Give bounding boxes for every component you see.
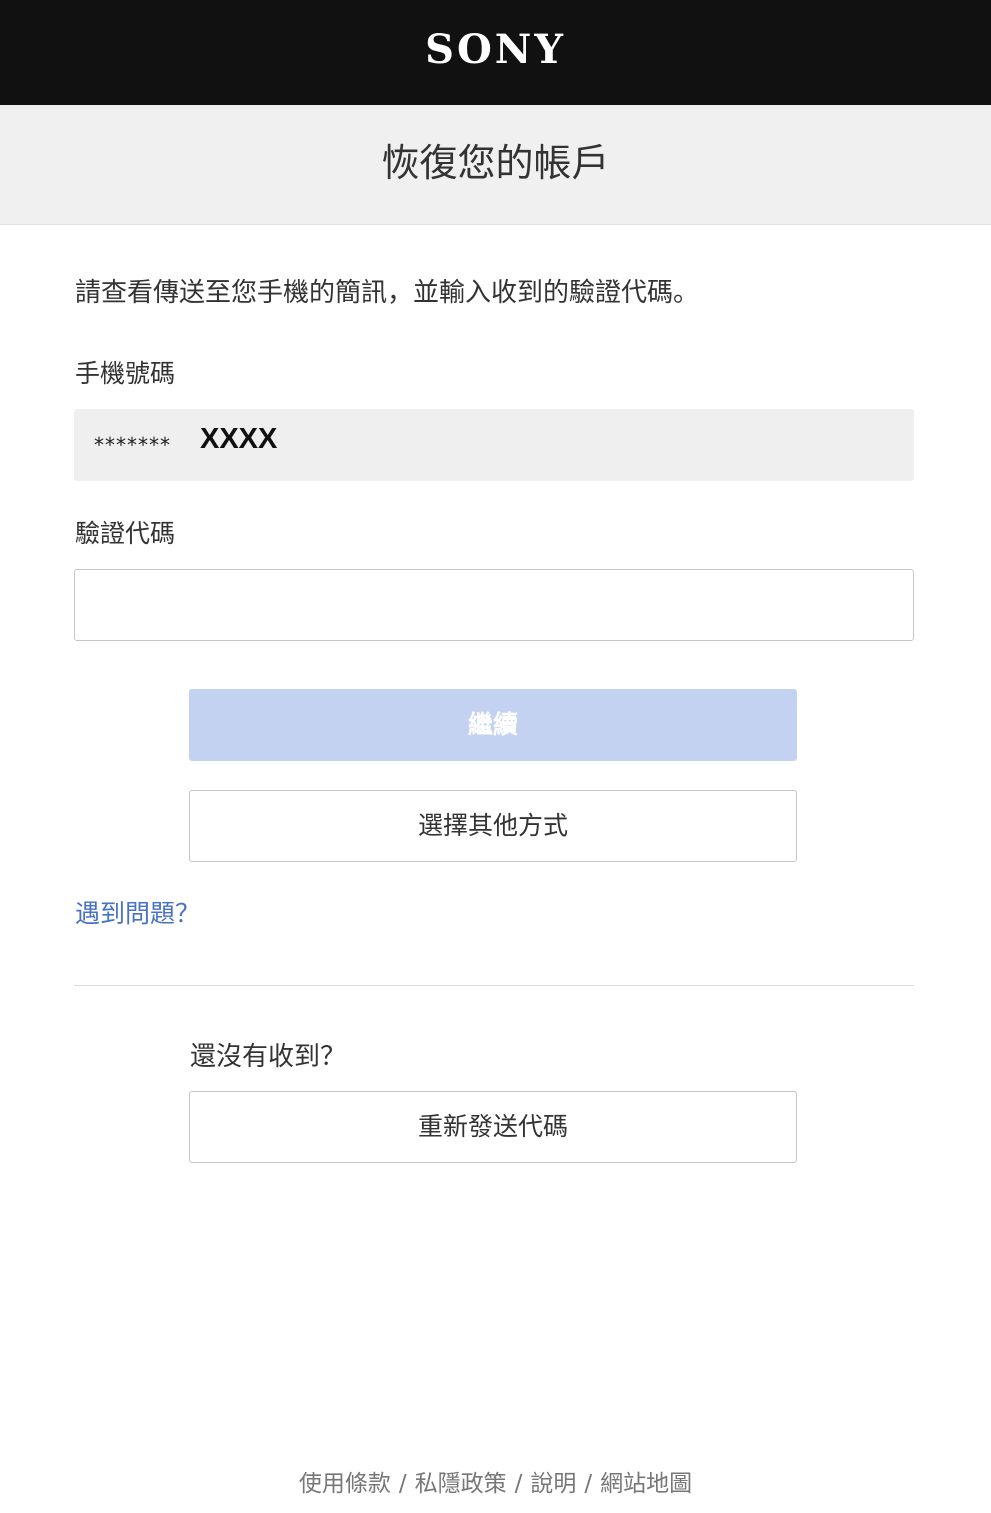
phone-number-display: ******* XXXX: [74, 409, 914, 481]
footer-link-sitemap[interactable]: 網站地圖: [600, 1471, 692, 1497]
instruction-text: 請查看傳送至您手機的簡訊，並輸入收到的驗證代碼。: [75, 278, 700, 308]
footer-separator: /: [514, 1471, 523, 1497]
resend-code-button[interactable]: 重新發送代碼: [189, 1091, 797, 1163]
continue-button[interactable]: 繼續: [189, 689, 797, 761]
phone-number-suffix: XXXX: [200, 423, 278, 455]
footer-links: 使用條款 / 私隱政策 / 說明 / 網站地圖: [0, 1468, 991, 1500]
footer-separator: /: [584, 1471, 593, 1497]
verification-code-label: 驗證代碼: [75, 519, 176, 548]
sony-logo[interactable]: SONY: [0, 27, 991, 73]
phone-number-label: 手機號碼: [75, 359, 176, 388]
page-title: 恢復您的帳戶: [381, 141, 610, 185]
trouble-help-link[interactable]: 遇到問題？: [75, 897, 200, 931]
section-divider: [74, 985, 914, 986]
footer-separator: /: [398, 1471, 407, 1497]
footer-link-privacy[interactable]: 私隱政策: [415, 1471, 507, 1497]
verification-code-input[interactable]: [74, 569, 914, 641]
not-received-prompt: 還沒有收到？: [190, 1042, 347, 1072]
footer-link-terms[interactable]: 使用條款: [299, 1471, 391, 1497]
footer-link-help[interactable]: 說明: [530, 1471, 576, 1497]
top-bar: SONY: [0, 0, 991, 105]
phone-number-mask: *******: [94, 433, 171, 457]
choose-other-method-button[interactable]: 選擇其他方式: [189, 790, 797, 862]
